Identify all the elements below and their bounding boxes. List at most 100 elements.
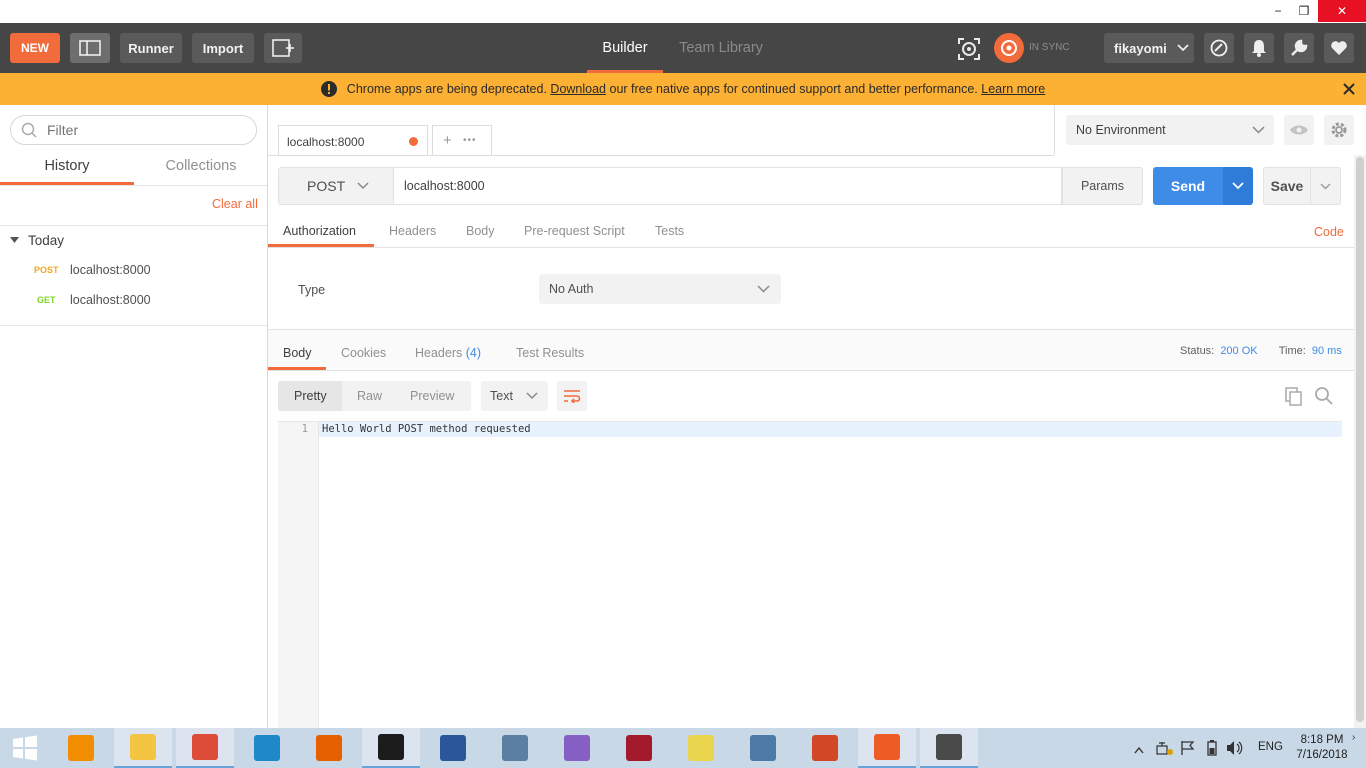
code-link[interactable]: Code: [1314, 225, 1344, 239]
taskbar-app[interactable]: [672, 728, 730, 768]
network-icon[interactable]: [1156, 740, 1174, 756]
main-scrollbar[interactable]: [1354, 155, 1366, 728]
tab-pre-request-script[interactable]: Pre-request Script: [524, 224, 625, 238]
taskbar-app[interactable]: [176, 728, 234, 768]
search-response-button[interactable]: [1314, 386, 1334, 406]
environment-select[interactable]: No Environment: [1066, 115, 1274, 145]
wrap-lines-button[interactable]: [557, 381, 587, 411]
settings-button[interactable]: [1284, 33, 1314, 63]
tab-builder[interactable]: Builder: [587, 23, 663, 73]
banner-text-before: Chrome apps are being deprecated.: [346, 82, 547, 96]
send-options-button[interactable]: [1223, 167, 1253, 205]
tab-body[interactable]: Body: [466, 224, 495, 238]
banner-text-after: our free native apps for continued suppo…: [609, 82, 978, 96]
environment-quick-look-button[interactable]: [1284, 115, 1314, 145]
tab-collections[interactable]: Collections: [134, 155, 268, 183]
taskbar-app[interactable]: [362, 728, 420, 768]
url-field[interactable]: [394, 167, 1062, 205]
caret-down-icon: [10, 236, 19, 243]
import-button[interactable]: Import: [192, 33, 254, 63]
tab-response-headers[interactable]: Headers (4): [415, 346, 481, 360]
request-tab[interactable]: localhost:8000: [278, 125, 428, 156]
window-title-bar: − ❐ ✕: [0, 0, 1366, 23]
taskbar-app[interactable]: [52, 728, 110, 768]
filter-input[interactable]: [47, 122, 237, 138]
taskbar-app[interactable]: [920, 728, 978, 768]
postman-icon: [874, 734, 900, 760]
sidebar-toggle-icon: [79, 40, 101, 56]
list-item[interactable]: POST localhost:8000: [0, 260, 267, 280]
search-icon: [21, 122, 37, 138]
tab-headers[interactable]: Headers: [389, 224, 436, 238]
new-window-button[interactable]: [264, 33, 302, 63]
more-tabs-button[interactable]: •••: [463, 135, 477, 146]
format-select[interactable]: Text: [481, 381, 548, 411]
copy-button[interactable]: [1284, 386, 1304, 406]
clock[interactable]: 8:18 PM 7/16/2018: [1292, 733, 1352, 763]
editor-gutter: [278, 422, 319, 729]
user-menu[interactable]: fikayomi: [1104, 33, 1194, 63]
taskbar-app[interactable]: [300, 728, 358, 768]
sidebar-toggle-button[interactable]: [70, 33, 110, 63]
method-select[interactable]: POST: [278, 167, 394, 205]
add-tab-button[interactable]: +: [443, 132, 452, 149]
language-indicator[interactable]: ENG: [1258, 741, 1283, 753]
params-button[interactable]: Params: [1062, 167, 1143, 205]
learn-more-link[interactable]: Learn more: [981, 82, 1045, 96]
taskbar-app[interactable]: [548, 728, 606, 768]
sync-icon[interactable]: [994, 33, 1024, 63]
clear-all-link[interactable]: Clear all: [212, 197, 258, 211]
new-button[interactable]: NEW: [10, 33, 60, 63]
satellite-icon: [1210, 39, 1228, 57]
heart-icon: [1331, 41, 1347, 55]
chrome-icon: [192, 734, 218, 760]
send-button[interactable]: Send: [1153, 167, 1223, 205]
auth-type-select[interactable]: No Auth: [539, 274, 781, 304]
time-value: 90 ms: [1311, 345, 1342, 357]
response-editor[interactable]: 1 Hello World POST method requested: [278, 421, 1342, 729]
tray-expand-icon[interactable]: [1134, 742, 1144, 754]
preview-button[interactable]: Preview: [410, 389, 454, 403]
url-input[interactable]: [394, 168, 1034, 204]
tab-authorization[interactable]: Authorization: [283, 224, 356, 238]
save-options-button[interactable]: [1311, 167, 1341, 205]
tab-cookies[interactable]: Cookies: [341, 346, 386, 360]
close-window-button[interactable]: ✕: [1318, 0, 1366, 22]
tab-test-results[interactable]: Test Results: [516, 346, 584, 360]
show-desktop-chevron-icon[interactable]: ›: [1352, 732, 1355, 743]
favorite-button[interactable]: [1324, 33, 1354, 63]
tab-response-body[interactable]: Body: [283, 346, 312, 360]
sublime-icon: [936, 734, 962, 760]
start-button[interactable]: [0, 728, 50, 768]
battery-icon[interactable]: [1206, 740, 1222, 756]
taskbar-app[interactable]: [486, 728, 544, 768]
taskbar-app[interactable]: [238, 728, 296, 768]
tab-tests[interactable]: Tests: [655, 224, 684, 238]
runner-button[interactable]: Runner: [120, 33, 182, 63]
unsaved-dot-icon: [409, 137, 418, 146]
tab-history[interactable]: History: [0, 155, 134, 183]
status-value: 200 OK: [1220, 345, 1258, 357]
flag-icon[interactable]: [1180, 740, 1196, 756]
restore-button[interactable]: ❐: [1288, 0, 1320, 22]
environment-settings-button[interactable]: [1324, 115, 1354, 145]
taskbar-app[interactable]: [734, 728, 792, 768]
interceptor-icon[interactable]: [956, 36, 982, 62]
pretty-button[interactable]: Pretty: [294, 389, 327, 403]
taskbar-app[interactable]: [796, 728, 854, 768]
notifications-button[interactable]: [1244, 33, 1274, 63]
taskbar-app[interactable]: [858, 728, 916, 768]
group-today[interactable]: Today: [10, 232, 64, 248]
save-button[interactable]: Save: [1263, 167, 1311, 205]
raw-button[interactable]: Raw: [357, 389, 382, 403]
tab-team-library[interactable]: Team Library: [670, 23, 772, 73]
close-banner-button[interactable]: [1340, 80, 1358, 98]
taskbar-app[interactable]: [114, 728, 172, 768]
volume-icon[interactable]: [1226, 740, 1244, 756]
list-item[interactable]: GET localhost:8000: [0, 290, 267, 310]
taskbar-app[interactable]: [610, 728, 668, 768]
download-link[interactable]: Download: [550, 82, 606, 96]
settings-sync-button[interactable]: [1204, 33, 1234, 63]
taskbar-app[interactable]: [424, 728, 482, 768]
scrollbar-thumb[interactable]: [1356, 157, 1364, 722]
